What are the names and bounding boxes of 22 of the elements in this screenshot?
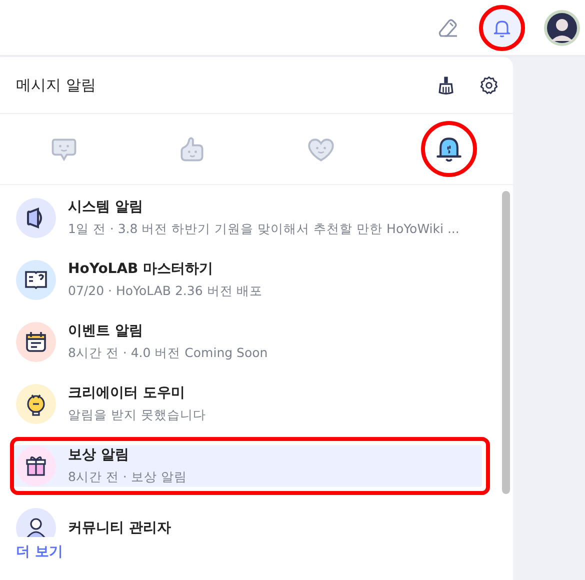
avatar[interactable] bbox=[544, 10, 580, 46]
item-title: 보상 알림 bbox=[68, 446, 130, 464]
item-subtitle: 8시간 전 · 보상 알림 bbox=[68, 469, 187, 486]
notification-item[interactable]: 시스템 알림 1일 전 · 3.8 버전 하반기 기원을 맞이해서 추천할 만한 HoYoWiki ... bbox=[14, 197, 482, 239]
notification-item[interactable]: HoYoLAB 마스터하기 07/20 · HoYoLAB 2.36 버전 배포 bbox=[14, 259, 482, 301]
item-title: 시스템 알림 bbox=[68, 198, 144, 216]
settings-icon[interactable] bbox=[479, 75, 499, 95]
notification-item[interactable]: 크리에이터 도우미 알림을 받지 못했습니다 bbox=[14, 383, 482, 425]
scrollbar[interactable] bbox=[502, 191, 510, 494]
item-subtitle: 1일 전 · 3.8 버전 하반기 기원을 맞이해서 추천할 만한 HoYoWiki ... bbox=[68, 221, 460, 238]
panel-title: 메시지 알림 bbox=[16, 76, 97, 94]
notification-item[interactable]: 커뮤니티 관리자 bbox=[14, 507, 482, 537]
item-subtitle: 알림을 받지 못했습니다 bbox=[68, 407, 206, 424]
item-title: 크리에이터 도우미 bbox=[68, 384, 186, 402]
item-subtitle: 8시간 전 · 4.0 버전 Coming Soon bbox=[68, 345, 268, 362]
item-title: HoYoLAB 마스터하기 bbox=[68, 260, 214, 278]
item-subtitle: 07/20 · HoYoLAB 2.36 버전 배포 bbox=[68, 283, 263, 300]
item-title: 커뮤니티 관리자 bbox=[68, 519, 171, 537]
more-link[interactable]: 더 보기 bbox=[0, 537, 79, 567]
notification-item[interactable]: 보상 알림 8시간 전 · 보상 알림 bbox=[14, 445, 482, 487]
item-title: 이벤트 알림 bbox=[68, 322, 144, 340]
notification-item[interactable]: 이벤트 알림 8시간 전 · 4.0 버전 Coming Soon bbox=[14, 321, 482, 363]
